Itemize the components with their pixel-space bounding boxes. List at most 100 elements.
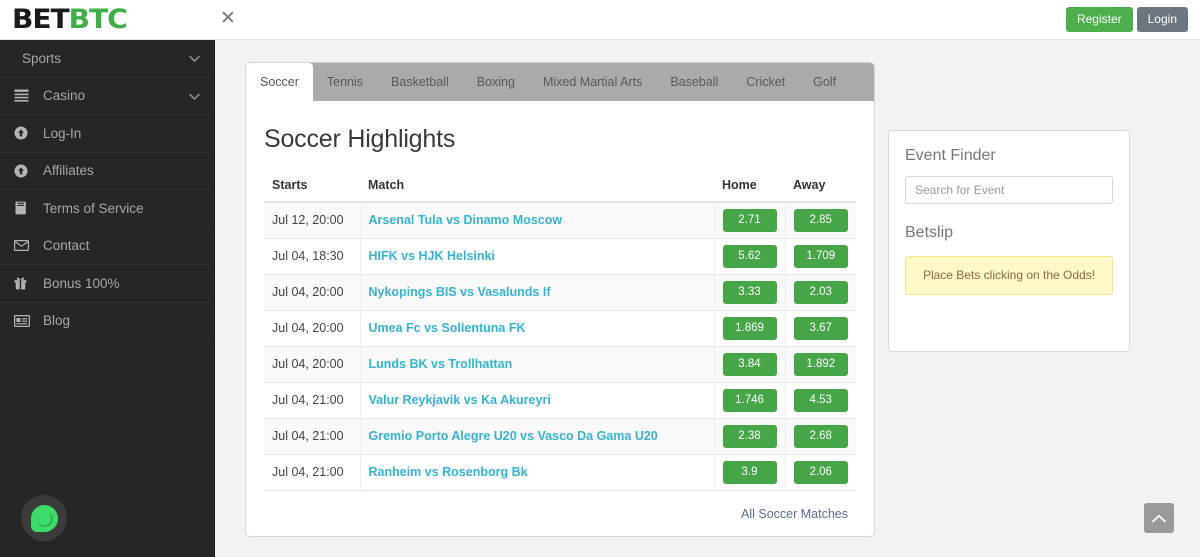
chevron-up-icon (1152, 514, 1166, 523)
away-odds-button[interactable]: 2.68 (793, 424, 848, 448)
cell-away-odds: 3.67 (785, 310, 856, 347)
match-link[interactable]: Gremio Porto Alegre U20 vs Vasco Da Gama… (369, 429, 658, 443)
match-link[interactable]: Nykopings BIS vs Vasalunds If (369, 285, 551, 299)
arrow-up-circle-icon (14, 164, 34, 178)
close-icon[interactable]: ✕ (216, 7, 240, 31)
tab-cricket[interactable]: Cricket (732, 63, 799, 101)
away-odds-button[interactable]: 3.67 (793, 316, 848, 340)
sidebar-item-label: Affiliates (43, 163, 94, 179)
site-logo[interactable]: BETBTC (12, 4, 128, 36)
chevron-down-icon (189, 88, 200, 103)
sidebar-item-blog[interactable]: Blog (0, 303, 214, 340)
cell-home-odds: 3.84 (714, 346, 786, 383)
sidebar-item-bonus[interactable]: Bonus 100% (0, 265, 214, 303)
login-button[interactable]: Login (1136, 7, 1188, 32)
matches-table: Starts Match Home Away Jul 12, 20:00 Ars… (264, 170, 856, 491)
column-header-away: Away (785, 170, 856, 203)
home-odds-button[interactable]: 1.869 (722, 316, 777, 340)
tab-mixed-martial-arts[interactable]: Mixed Martial Arts (529, 63, 656, 101)
sports-panel: Soccer Tennis Basketball Boxing Mixed Ma… (245, 62, 875, 537)
chat-bubble-icon (30, 504, 58, 532)
auth-buttons: Register Login (1065, 7, 1188, 32)
home-odds-button[interactable]: 1.746 (722, 388, 777, 412)
table-header-row: Starts Match Home Away (264, 170, 856, 203)
sidebar-item-log-in[interactable]: Log-In (0, 115, 214, 153)
cell-starts: Jul 04, 20:00 (264, 310, 361, 347)
sidebar-item-sports[interactable]: Sports (0, 40, 214, 78)
betslip-title: Betslip (905, 224, 954, 241)
cell-match: Gremio Porto Alegre U20 vs Vasco Da Gama… (360, 418, 715, 455)
cell-starts: Jul 04, 20:00 (264, 274, 361, 311)
chat-widget-button[interactable] (21, 495, 67, 541)
table-row: Jul 04, 20:00 Nykopings BIS vs Vasalunds… (264, 274, 856, 311)
cell-starts: Jul 04, 21:00 (264, 382, 361, 419)
match-link[interactable]: Umea Fc vs Sollentuna FK (369, 321, 526, 335)
table-row: Jul 12, 20:00 Arsenal Tula vs Dinamo Mos… (264, 202, 856, 239)
sidebar: Sports Casino Log-In Affiliates Terms of… (0, 40, 215, 557)
sidebar-item-label: Sports (22, 50, 62, 66)
tab-soccer[interactable]: Soccer (246, 63, 313, 101)
event-finder-panel: Event Finder Betslip Place Bets clicking… (888, 130, 1130, 352)
sidebar-item-label: Blog (43, 313, 71, 329)
tab-tennis[interactable]: Tennis (313, 63, 377, 101)
cell-home-odds: 5.62 (714, 238, 786, 275)
cell-match: Ranheim vs Rosenborg Bk (360, 454, 715, 491)
sidebar-item-label: Terms of Service (43, 200, 144, 216)
home-odds-button[interactable]: 5.62 (722, 244, 777, 268)
table-row: Jul 04, 18:30 HIFK vs HJK Helsinki 5.62 … (264, 238, 856, 275)
event-finder-title: Event Finder (905, 147, 996, 164)
chevron-down-icon (189, 51, 200, 66)
away-odds-button[interactable]: 1.892 (793, 352, 848, 376)
cell-home-odds: 1.869 (714, 310, 786, 347)
table-row: Jul 04, 21:00 Ranheim vs Rosenborg Bk 3.… (264, 454, 856, 491)
table-row: Jul 04, 21:00 Valur Reykjavik vs Ka Akur… (264, 382, 856, 419)
logo-text-bet: BET (12, 4, 70, 35)
match-link[interactable]: HIFK vs HJK Helsinki (369, 249, 495, 263)
away-odds-button[interactable]: 2.03 (793, 280, 848, 304)
sidebar-item-label: Log-In (43, 125, 82, 141)
all-soccer-matches-link[interactable]: All Soccer Matches (741, 507, 848, 521)
column-header-match: Match (360, 170, 714, 203)
away-odds-button[interactable]: 2.85 (793, 208, 848, 232)
tab-boxing[interactable]: Boxing (463, 63, 529, 101)
logo-text-btc: BTC (68, 4, 128, 35)
tab-baseball[interactable]: Baseball (656, 63, 732, 101)
match-link[interactable]: Ranheim vs Rosenborg Bk (369, 465, 528, 479)
home-odds-button[interactable]: 2.38 (722, 424, 777, 448)
cell-home-odds: 1.746 (714, 382, 786, 419)
match-link[interactable]: Lunds BK vs Trollhattan (369, 357, 513, 371)
sidebar-item-label: Contact (43, 238, 90, 254)
panel-body: Soccer Highlights Starts Match Home Away… (246, 101, 874, 523)
home-odds-button[interactable]: 3.9 (722, 460, 777, 484)
away-odds-button[interactable]: 4.53 (793, 388, 848, 412)
home-odds-button[interactable]: 3.84 (722, 352, 777, 376)
sport-tabs: Soccer Tennis Basketball Boxing Mixed Ma… (246, 63, 874, 101)
cell-home-odds: 2.71 (714, 202, 786, 239)
tab-golf[interactable]: Golf (799, 63, 850, 101)
cell-away-odds: 2.06 (785, 454, 856, 491)
tab-basketball[interactable]: Basketball (377, 63, 463, 101)
register-button[interactable]: Register (1065, 7, 1133, 32)
cell-away-odds: 4.53 (785, 382, 856, 419)
match-link[interactable]: Valur Reykjavik vs Ka Akureyri (369, 393, 551, 407)
home-odds-button[interactable]: 2.71 (722, 208, 777, 232)
book-icon (14, 201, 34, 215)
search-input[interactable] (905, 176, 1113, 204)
table-row: Jul 04, 20:00 Lunds BK vs Trollhattan 3.… (264, 346, 856, 383)
cell-home-odds: 3.33 (714, 274, 786, 311)
away-odds-button[interactable]: 1.709 (793, 244, 848, 268)
sidebar-item-affiliates[interactable]: Affiliates (0, 153, 214, 190)
cell-starts: Jul 04, 21:00 (264, 454, 361, 491)
sidebar-item-contact[interactable]: Contact (0, 228, 214, 265)
column-header-home: Home (714, 170, 785, 203)
sidebar-item-casino[interactable]: Casino (0, 78, 214, 115)
table-row: Jul 04, 20:00 Umea Fc vs Sollentuna FK 1… (264, 310, 856, 347)
away-odds-button[interactable]: 2.06 (793, 460, 848, 484)
match-link[interactable]: Arsenal Tula vs Dinamo Moscow (369, 213, 563, 227)
gift-icon (14, 276, 34, 290)
envelope-icon (14, 240, 34, 252)
sidebar-item-terms-of-service[interactable]: Terms of Service (0, 190, 214, 228)
home-odds-button[interactable]: 3.33 (722, 280, 777, 304)
arrow-up-circle-icon (14, 126, 34, 140)
scroll-to-top-button[interactable] (1144, 503, 1174, 533)
